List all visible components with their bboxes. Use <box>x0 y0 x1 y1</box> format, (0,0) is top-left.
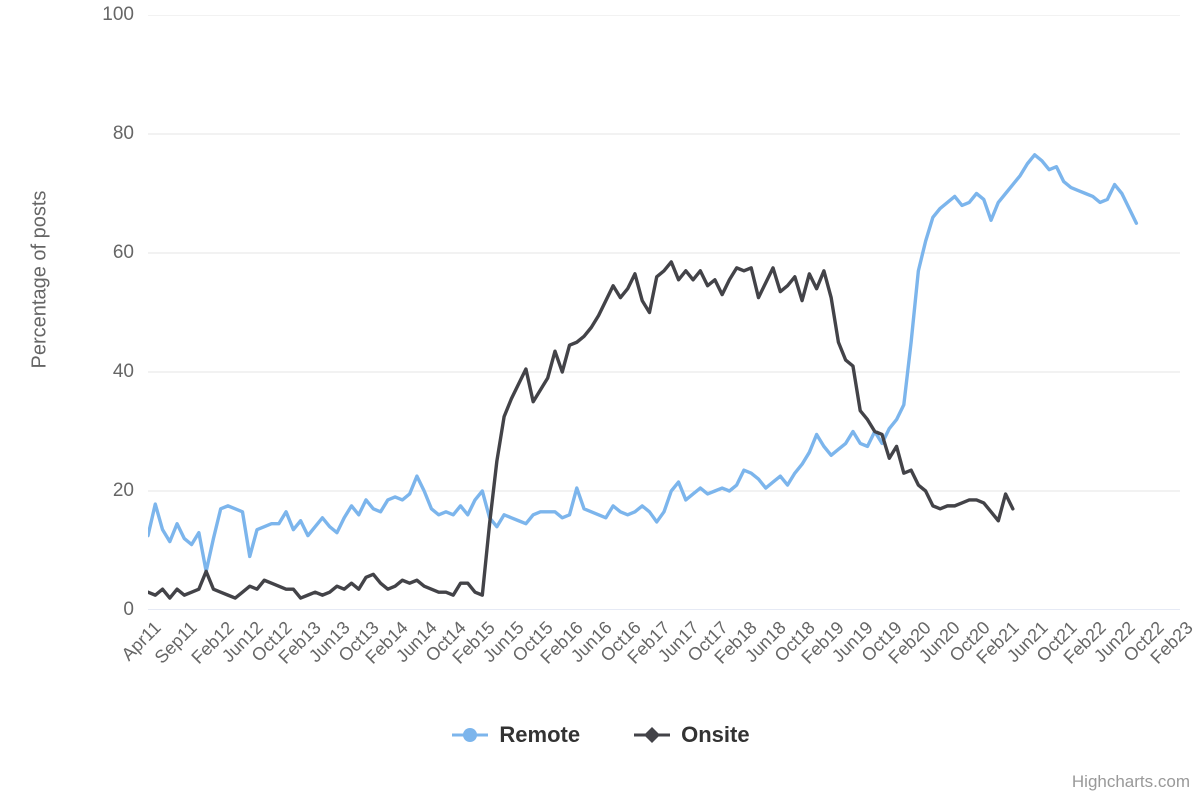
y-axis-tick-labels: 0 20 40 60 80 100 <box>58 4 134 620</box>
legend-label: Onsite <box>681 722 750 747</box>
y-axis-title: Percentage of posts <box>28 190 51 369</box>
y-axis-tick-label: 60 <box>112 242 134 263</box>
chart-container: Percentage of posts 0 20 40 60 80 100 Apr11 Se… <box>0 0 1200 800</box>
highcharts-credits[interactable]: Highcharts.com <box>1072 772 1190 792</box>
y-axis-tick-label: 40 <box>112 361 134 382</box>
legend-item-onsite[interactable]: Onsite <box>632 722 750 748</box>
legend-item-remote[interactable]: Remote <box>450 722 580 748</box>
plot-area <box>148 15 1180 610</box>
chart-legend: Remote Onsite <box>0 722 1200 748</box>
y-axis-tick-label: 80 <box>112 123 134 144</box>
y-axis-tick-label: 20 <box>112 480 134 501</box>
circle-marker-icon <box>452 728 489 742</box>
series-line-onsite[interactable] <box>148 262 1013 598</box>
x-axis-tick-labels: Apr11 Sep11 Feb12 Jun12 Oct12 Feb13 Jun13 Oct13… <box>118 610 1197 710</box>
diamond-marker-icon <box>634 727 671 743</box>
legend-label: Remote <box>499 722 581 747</box>
y-axis-tick-label: 100 <box>102 4 134 25</box>
y-axis-tick-label: 0 <box>123 599 134 620</box>
series-lines <box>148 15 1180 610</box>
